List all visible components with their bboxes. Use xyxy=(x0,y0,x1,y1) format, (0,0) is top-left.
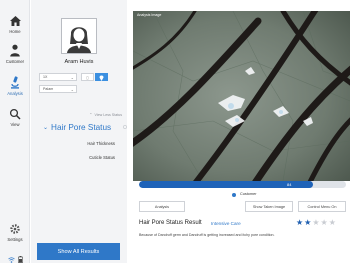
section-indicator xyxy=(123,125,127,129)
section-hair-pore-status[interactable]: ⌄ Hair Pore Status xyxy=(43,123,111,132)
nav-item-label: Analysis xyxy=(7,91,23,96)
customer-name: Aram Huvis xyxy=(64,59,94,65)
result-badge: Intensive Care xyxy=(211,221,241,226)
section-title: Hair Pore Status xyxy=(51,123,112,132)
star-icon: ★ xyxy=(320,218,329,227)
view-less-toggle[interactable]: ⌃ View Less Status xyxy=(89,112,122,117)
sub-item-cuticle-status[interactable]: Cuticle Status xyxy=(89,155,115,160)
customer-radio-label: Customer xyxy=(240,192,257,196)
nav-rail: Home Customer Analysis View Settings xyxy=(0,0,30,263)
customer-panel: Aram Huvis 1X ⌄ ▯ Palam ⌄ ⌃ View Less St… xyxy=(31,0,127,263)
camera-mode-toggle[interactable]: ▯ xyxy=(81,73,94,81)
chevron-up-icon: ⌃ xyxy=(89,112,93,117)
analysis-image xyxy=(133,11,350,181)
location-mode-toggle[interactable] xyxy=(95,73,108,81)
image-label: Analysis Image xyxy=(137,13,162,17)
nav-item-label: Settings xyxy=(7,237,23,242)
mode-select-value: Palam xyxy=(43,87,54,91)
nav-item-label: View xyxy=(10,122,20,127)
mode-select[interactable]: Palam ⌄ xyxy=(39,85,77,93)
star-icon: ★ xyxy=(312,218,321,227)
microscope-icon xyxy=(8,76,22,89)
nav-item-analysis[interactable]: Analysis xyxy=(0,76,30,96)
wifi-icon xyxy=(8,250,15,263)
nav-item-home[interactable]: Home xyxy=(0,14,30,34)
nav-item-view[interactable]: View xyxy=(0,107,30,127)
search-icon xyxy=(8,107,22,120)
person-icon xyxy=(8,44,22,57)
result-title: Hair Pore Status Result xyxy=(139,220,202,226)
star-icon: ★ xyxy=(296,218,305,227)
lens-select[interactable]: 1X ⌄ xyxy=(39,73,77,81)
nav-item-customer[interactable]: Customer xyxy=(0,44,30,64)
home-icon xyxy=(8,14,22,27)
control-menu-button[interactable]: Control Menu On xyxy=(298,201,346,212)
gear-icon xyxy=(8,222,22,235)
chevron-down-icon: ⌄ xyxy=(70,87,74,92)
nav-item-settings[interactable]: Settings xyxy=(0,222,30,242)
lens-select-value: 1X xyxy=(43,75,48,79)
nav-item-label: Home xyxy=(9,29,21,34)
nav-item-label: Customer xyxy=(5,59,25,64)
result-description: Because of Dandruff germ and Dandruff is… xyxy=(139,233,275,237)
chevron-down-icon: ⌄ xyxy=(43,125,49,131)
analysis-progress-bar xyxy=(139,181,346,188)
star-icon: ★ xyxy=(328,218,337,227)
chevron-down-icon: ⌄ xyxy=(70,75,74,80)
progress-value: 84 xyxy=(287,182,292,187)
pin-icon xyxy=(99,68,104,86)
customer-radio[interactable] xyxy=(232,193,236,197)
rating-stars: ★★★★★ xyxy=(296,218,337,227)
show-taken-image-button[interactable]: Show Taken Image xyxy=(245,201,293,212)
show-all-results-button[interactable]: Show All Results xyxy=(37,243,120,260)
hand-icon: ▯ xyxy=(86,74,89,80)
analysis-button[interactable]: Analysis xyxy=(139,201,185,212)
view-less-label: View Less Status xyxy=(94,112,122,117)
avatar xyxy=(61,18,97,54)
battery-icon xyxy=(18,250,23,263)
sub-item-hair-thickness[interactable]: Hair Thickness xyxy=(87,141,115,146)
